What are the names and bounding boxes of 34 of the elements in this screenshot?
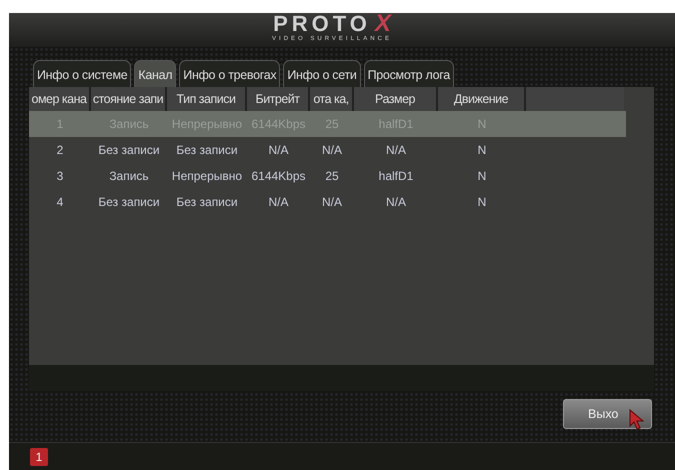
exit-button[interactable]: Выхо [563,399,652,429]
tab[interactable]: Инфо о системе [33,60,132,87]
table-cell: 2 [56,143,64,157]
table-cell: Без записи [176,195,238,209]
table-row[interactable]: 4 Без записи Без записи N/A N/A N/A N [29,189,626,215]
table-cell: 6144Kbps [251,169,306,183]
table-cell: N/A [322,143,342,157]
cursor-icon [629,409,645,431]
tab[interactable]: Инфо о сети [283,60,361,87]
table-row[interactable]: 3 Запись Непрерывно 6144Kbps 25 halfD1 N [29,163,626,189]
table-cell: N/A [268,195,288,209]
table-cell: Непрерывно [172,169,242,183]
channel-badge[interactable]: 1 [30,448,48,466]
table-cell: halfD1 [378,169,414,183]
table-cell: Без записи [98,195,160,209]
tab[interactable]: Канал [134,60,176,87]
table-cell: Без записи [176,143,238,157]
table-cell: N/A [386,143,406,157]
table-cell: N/A [268,143,288,157]
table-cell: N [478,169,486,183]
table-cell: 4 [56,195,64,209]
table-cell: N [478,195,486,209]
table-cell: 3 [56,169,64,183]
logo-text: PROTO [273,13,371,35]
table-cell: Запись [109,169,149,183]
table-cell: N/A [322,195,342,209]
tab[interactable]: Инфо о тревогах [179,60,280,87]
logo-mark: X [374,13,391,35]
tab[interactable]: Просмотр лога [364,60,454,87]
table-cell: 25 [325,169,339,183]
table-row[interactable]: 2 Без записи Без записи N/A N/A N/A N [29,137,626,163]
table-cell: N/A [386,195,406,209]
table-cell: Без записи [98,143,160,157]
table-cell: N [478,143,486,157]
